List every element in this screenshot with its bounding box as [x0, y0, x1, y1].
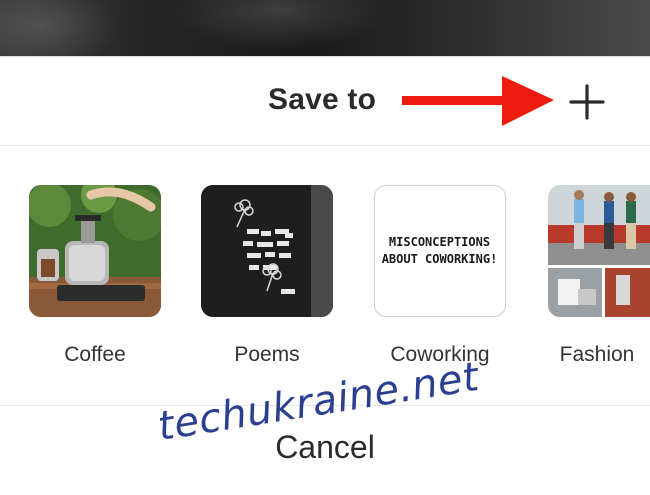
- save-to-sheet: Save to Coffee Poems MISCONCEPTIONS ABOU…: [0, 56, 650, 495]
- poems-thumbnail: [201, 185, 333, 317]
- coffee-thumbnail: [29, 185, 161, 317]
- fashion-thumbnail: [548, 185, 650, 317]
- plus-icon: [569, 84, 605, 120]
- board-label: Fashion: [559, 343, 635, 366]
- add-board-button[interactable]: [566, 81, 608, 123]
- sheet-title: Save to: [268, 83, 377, 116]
- coworking-thumbnail-text: MISCONCEPTIONS ABOUT COWORKING!: [381, 235, 498, 266]
- cancel-button[interactable]: Cancel: [0, 429, 650, 466]
- background-photo: [0, 0, 650, 56]
- sheet-header: Save to: [0, 57, 650, 146]
- board-label: Poems: [234, 343, 300, 366]
- red-arrow-icon: [402, 76, 554, 126]
- board-label: Coffee: [64, 343, 126, 366]
- coworking-thumbnail: MISCONCEPTIONS ABOUT COWORKING!: [374, 185, 506, 317]
- board-list: Coffee Poems MISCONCEPTIONS ABOUT COWORK…: [0, 185, 650, 375]
